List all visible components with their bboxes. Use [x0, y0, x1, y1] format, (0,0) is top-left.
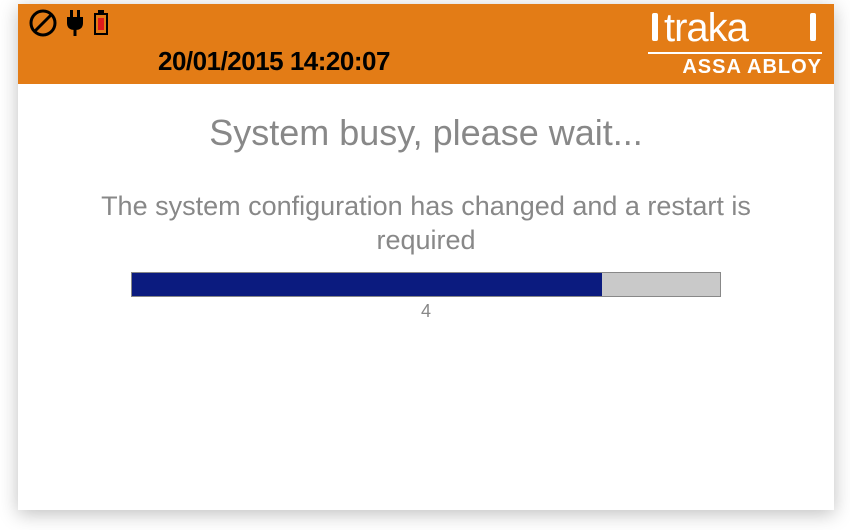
header-status-icons [28, 8, 110, 38]
brand-divider [648, 52, 822, 54]
content-area: System busy, please wait... The system c… [18, 84, 834, 322]
datetime-label: 20/01/2015 14:20:07 [158, 46, 390, 77]
brand-logo: traka [648, 6, 822, 52]
busy-title: System busy, please wait... [48, 112, 804, 154]
busy-message: The system configuration has changed and… [48, 190, 804, 258]
progress-count-label: 4 [131, 301, 721, 322]
usb-icon [92, 8, 110, 38]
svg-text:traka: traka [664, 7, 750, 50]
brand-block: traka ASSA ABLOY [648, 6, 822, 79]
app-frame: 20/01/2015 14:20:07 traka ASSA ABLOY Sys… [18, 4, 834, 510]
header-bar: 20/01/2015 14:20:07 traka ASSA ABLOY [18, 4, 834, 84]
prohibit-icon [28, 8, 58, 38]
progress-container: 4 [131, 272, 721, 322]
progress-fill [132, 273, 602, 296]
brand-parent-label: ASSA ABLOY [648, 56, 822, 79]
progress-bar [131, 272, 721, 297]
plug-icon [64, 8, 86, 38]
